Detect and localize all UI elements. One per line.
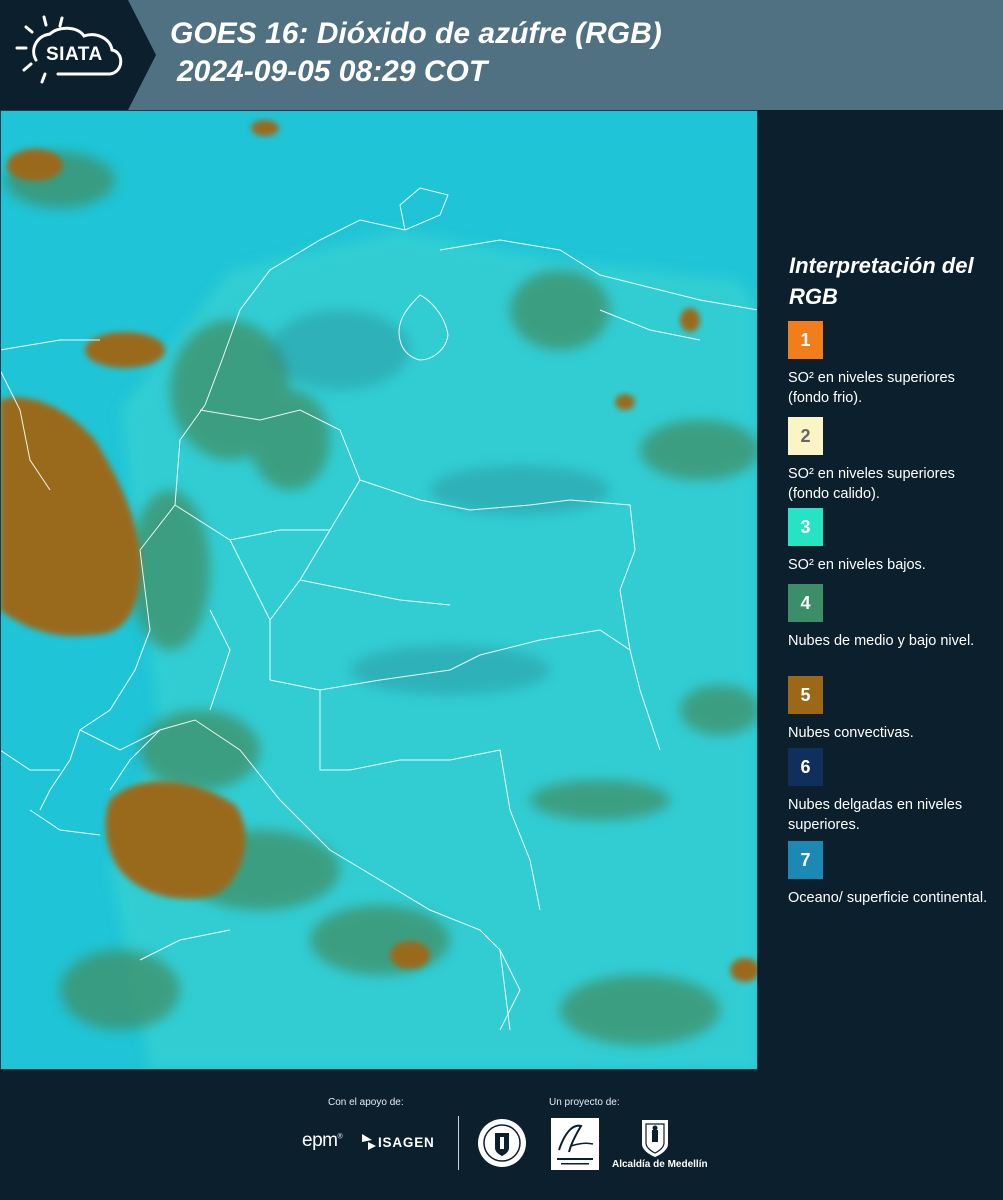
legend-item-2: 2 SO² en niveles superiores (fondo calid… <box>788 417 993 504</box>
header: SIATA GOES 16: Dióxido de azúfre (RGB) 2… <box>0 0 1003 110</box>
legend-label: Nubes delgadas en niveles superiores. <box>788 797 963 833</box>
legend-label: SO² en niveles superiores (fondo frio). <box>788 370 955 406</box>
isagen-logo-text: ISAGEN <box>378 1135 435 1150</box>
area-metropolitana-logo <box>551 1118 599 1170</box>
siata-logo: SIATA <box>0 0 160 110</box>
legend-number: 3 <box>800 516 811 537</box>
support-label: Con el apoyo de: <box>328 1097 404 1108</box>
area-metropolitana-icon <box>557 1124 594 1165</box>
isagen-icon <box>362 1134 376 1150</box>
footer-divider <box>458 1116 459 1170</box>
medellin-seal-icon <box>478 1119 526 1167</box>
legend-swatch-4: 4 <box>788 584 823 622</box>
legend-item-5: 5 Nubes convectivas. <box>788 676 993 743</box>
logo-text: SIATA <box>46 44 103 65</box>
epm-logo: epm® <box>302 1130 343 1152</box>
legend-number: 6 <box>800 756 811 777</box>
project-label: Un proyecto de: <box>549 1097 620 1108</box>
isagen-logo: ISAGEN <box>360 1132 434 1157</box>
legend-swatch-2: 2 <box>788 417 823 455</box>
legend-item-7: 7 Oceano/ superficie continental. <box>788 841 993 908</box>
epm-logo-text: epm <box>302 1130 338 1151</box>
legend-label: SO² en niveles bajos. <box>788 557 926 573</box>
legend-swatch-7: 7 <box>788 841 823 879</box>
legend-label: Nubes de medio y bajo nivel. <box>788 633 975 649</box>
legend-item-4: 4 Nubes de medio y bajo nivel. <box>788 584 993 651</box>
legend-number: 1 <box>800 329 811 350</box>
footer: Con el apoyo de: Un proyecto de: epm® IS… <box>0 1070 1003 1200</box>
registered-mark: ® <box>337 1133 343 1141</box>
satellite-map <box>0 110 758 1070</box>
legend-swatch-6: 6 <box>788 748 823 786</box>
page-timestamp: 2024-09-05 08:29 COT <box>177 55 488 88</box>
legend-label: SO² en niveles superiores (fondo calido)… <box>788 466 955 502</box>
legend-item-6: 6 Nubes delgadas en niveles superiores. <box>788 748 993 835</box>
alcaldia-logo-text: Alcaldía de Medellín <box>612 1159 708 1170</box>
legend-number: 7 <box>800 849 811 870</box>
map-canvas <box>0 110 758 1070</box>
page-title: GOES 16: Dióxido de azúfre (RGB) <box>170 17 662 50</box>
legend-number: 5 <box>800 684 811 705</box>
legend-swatch-3: 3 <box>788 508 823 546</box>
legend-label: Nubes convectivas. <box>788 725 914 741</box>
legend-swatch-5: 5 <box>788 676 823 714</box>
legend-number: 4 <box>800 592 811 613</box>
legend-number: 2 <box>800 425 811 446</box>
legend-item-1: 1 SO² en niveles superiores (fondo frio)… <box>788 321 993 408</box>
legend-swatch-1: 1 <box>788 321 823 359</box>
legend-title: Interpretación del RGB <box>789 253 974 309</box>
legend-panel: Interpretación del RGB 1 SO² en niveles … <box>760 110 1003 1070</box>
alcaldia-shield-icon <box>642 1120 668 1157</box>
legend-item-3: 3 SO² en niveles bajos. <box>788 508 993 575</box>
legend-label: Oceano/ superficie continental. <box>788 890 988 906</box>
